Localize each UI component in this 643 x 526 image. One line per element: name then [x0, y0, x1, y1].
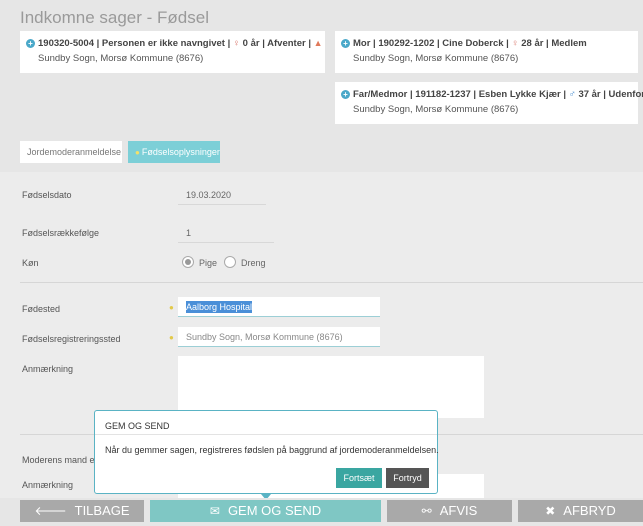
expand-icon[interactable]: +	[26, 39, 35, 48]
registration-place-input[interactable]: Sundby Sogn, Morsø Kommune (8676)	[178, 327, 380, 347]
birth-date-label: Fødselsdato	[22, 190, 72, 200]
mother-location: Sundby Sogn, Morsø Kommune (8676)	[353, 53, 519, 64]
gender-boy-radio[interactable]	[224, 256, 236, 268]
birthplace-label: Fødested	[22, 304, 61, 314]
registration-place-label: Fødselsregistreringssted	[22, 334, 121, 344]
save-send-dialog: GEM OG SEND Når du gemmer sagen, registr…	[94, 410, 439, 494]
back-button[interactable]: 🡐 TILBAGE	[20, 500, 144, 522]
birthplace-input[interactable]: Aalborg Hospital	[178, 297, 380, 317]
male-icon: ♂	[568, 89, 576, 100]
reject-button-label: AFVIS	[439, 503, 478, 518]
section-divider	[20, 282, 643, 283]
tab-midwife-report[interactable]: Jordemoderanmeldelse	[20, 141, 122, 163]
birthplace-value: Aalborg Hospital	[186, 301, 253, 313]
father-card-line1: + Far/Medmor | 191182-1237 | Esben Lykke…	[341, 89, 643, 100]
page-title: Indkomne sager - Fødsel	[20, 8, 209, 27]
remark-textarea[interactable]	[178, 356, 484, 418]
save-send-button-label: GEM OG SEND	[227, 503, 322, 518]
abort-button[interactable]: ✖ AFBRYD	[518, 500, 643, 522]
mother-card-line1: + Mor | 190292-1202 | Cine Doberck | ♀ 2…	[341, 38, 628, 49]
tab-birth-info-label: Fødselsoplysninger	[141, 147, 220, 157]
action-bar: 🡐 TILBAGE ✉ GEM OG SEND ⚯ AFVIS ✖ AFBRYD	[0, 498, 643, 526]
gender-girl-radio[interactable]	[182, 256, 194, 268]
child-status: | Afventer |	[259, 38, 314, 49]
close-icon: ✖	[545, 504, 556, 518]
birth-order-underline	[178, 242, 274, 243]
female-icon: ♀	[232, 38, 241, 49]
cancel-dialog-button[interactable]: Fortryd	[386, 468, 429, 488]
mother-card: + Mor | 190292-1202 | Cine Doberck | ♀ 2…	[335, 31, 638, 73]
expand-icon[interactable]: +	[341, 39, 350, 48]
required-dot-icon: ●	[169, 303, 174, 312]
save-send-button[interactable]: ✉ GEM OG SEND	[150, 500, 381, 522]
continue-button[interactable]: Fortsæt	[336, 468, 382, 488]
child-card-line1: + 190320-5004 | Personen er ikke navngiv…	[26, 38, 323, 49]
abort-button-label: AFBRYD	[563, 503, 616, 518]
birth-date-underline	[178, 204, 266, 205]
father-card: + Far/Medmor | 191182-1237 | Esben Lykke…	[335, 82, 643, 124]
tab-birth-info[interactable]: ● Fødselsoplysninger	[128, 141, 220, 163]
required-dot-icon: ●	[169, 333, 174, 342]
reject-button[interactable]: ⚯ AFVIS	[387, 500, 512, 522]
remark-label: Anmærkning	[22, 364, 74, 374]
child-location: Sundby Sogn, Morsø Kommune (8676)	[38, 53, 204, 64]
broken-link-icon: ⚯	[421, 504, 432, 518]
birth-order-label: Fødselsrækkefølge	[22, 228, 100, 238]
expand-icon[interactable]: +	[341, 90, 350, 99]
female-icon: ♀	[511, 38, 519, 49]
gender-girl-label: Pige	[199, 258, 218, 268]
birth-order-value: 1	[186, 228, 192, 238]
envelope-icon: ✉	[209, 504, 220, 518]
child-id-name: 190320-5004 | Personen er ikke navngivet…	[38, 38, 233, 49]
dialog-divider	[95, 434, 437, 435]
father-location: Sundby Sogn, Morsø Kommune (8676)	[353, 104, 519, 115]
father-status: | Udenfor	[600, 89, 643, 100]
gender-boy-label: Dreng	[241, 258, 266, 268]
warning-icon: ▲	[313, 38, 323, 48]
birth-date-value: 19.03.2020	[186, 190, 232, 200]
father-id-name: Far/Medmor | 191182-1237 | Esben Lykke K…	[353, 89, 569, 100]
dialog-message: Når du gemmer sagen, registreres fødslen…	[105, 445, 439, 455]
dialog-title: GEM OG SEND	[105, 421, 170, 431]
mother-id-name: Mor | 190292-1202 | Cine Doberck |	[353, 38, 512, 49]
remark2-label: Anmærkning	[22, 480, 74, 490]
child-age: 0 år	[242, 38, 260, 49]
mothers-husband-label: Moderens mand e	[22, 455, 95, 465]
back-button-label: TILBAGE	[74, 503, 130, 518]
mother-status: | Medlem	[543, 38, 587, 49]
arrow-left-icon: 🡐	[34, 504, 67, 518]
father-age: 37 år	[578, 89, 601, 100]
required-dot-icon: ●	[135, 148, 140, 157]
case-header: Indkomne sager - Fødsel + 190320-5004 | …	[0, 0, 643, 172]
gender-label: Køn	[22, 258, 39, 268]
mother-age: 28 år	[521, 38, 544, 49]
child-card: + 190320-5004 | Personen er ikke navngiv…	[20, 31, 325, 73]
